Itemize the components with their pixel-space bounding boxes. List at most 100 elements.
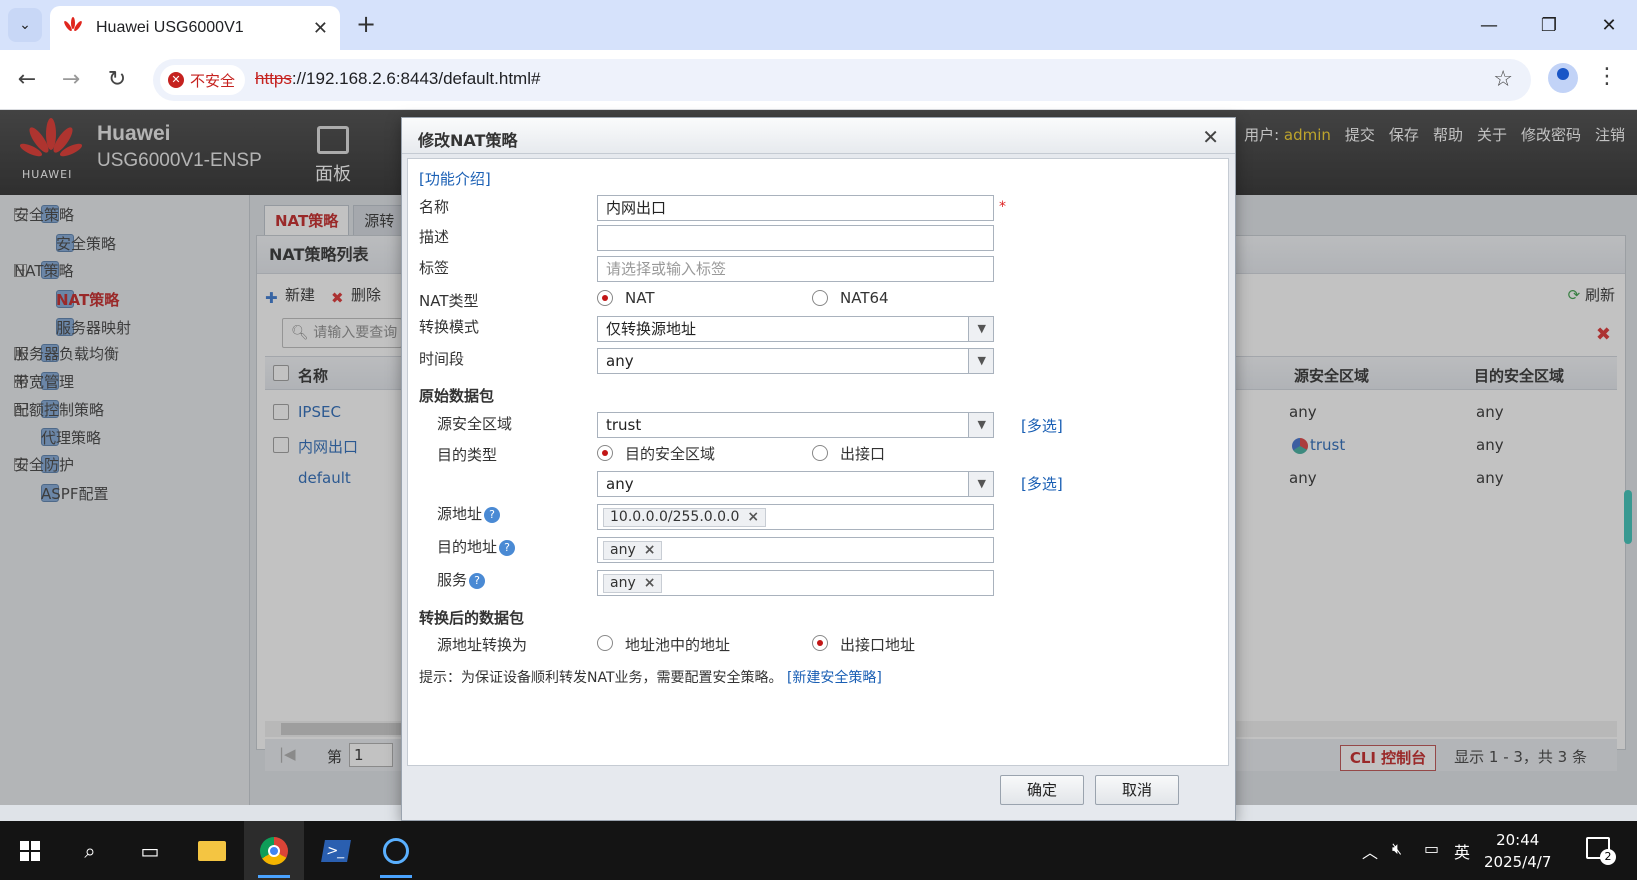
time-range-select[interactable]: any ▼: [597, 348, 994, 374]
task-view-button[interactable]: ▭: [120, 821, 180, 880]
dst-zone-select[interactable]: any ▼: [597, 471, 994, 497]
clock[interactable]: 20:44 2025/4/7: [1484, 829, 1551, 873]
powershell-icon: >_: [321, 839, 351, 862]
tray-chevron-icon[interactable]: ︿: [1362, 839, 1378, 863]
security-policy-tip: 提示：为保证设备顺利转发NAT业务，需要配置安全策略。 [新建安全策略]: [419, 670, 882, 686]
src-zone-select[interactable]: trust ▼: [597, 412, 994, 438]
src-translate-interface-label[interactable]: 出接口地址: [840, 634, 915, 655]
src-address-field[interactable]: 10.0.0.0/255.0.0.0 ×: [597, 504, 994, 530]
src-zone-label: 源安全区域: [437, 415, 513, 433]
new-tab-button[interactable]: +: [352, 10, 380, 38]
src-zone-multiselect-link[interactable]: [多选]: [1021, 415, 1063, 436]
bookmark-star-icon[interactable]: ☆: [1493, 67, 1513, 92]
dst-type-interface-radio[interactable]: [812, 445, 828, 461]
back-button[interactable]: ←: [12, 65, 42, 95]
url-rest: ://192.168.2.6:8443/default.html#: [291, 69, 541, 88]
help-icon[interactable]: ?: [484, 507, 501, 523]
chevron-down-icon: ▼: [977, 354, 986, 367]
address-bar[interactable]: ✕ 不安全 https://192.168.2.6:8443/default.h…: [153, 59, 1531, 101]
close-tab-icon[interactable]: ✕: [313, 18, 328, 39]
security-indicator[interactable]: ✕ 不安全: [160, 65, 246, 95]
src-translate-interface-radio[interactable]: [812, 635, 828, 651]
notification-center-icon[interactable]: 2: [1586, 837, 1616, 865]
chrome-button[interactable]: [244, 821, 304, 880]
reload-button[interactable]: ↻: [102, 65, 132, 95]
tag-label: 标签: [419, 259, 450, 277]
chevron-down-icon: ▼: [977, 418, 986, 431]
dst-zone-multiselect-link[interactable]: [多选]: [1021, 473, 1063, 494]
url-text[interactable]: https://192.168.2.6:8443/default.html#: [255, 69, 540, 89]
ensp-button[interactable]: [366, 821, 426, 880]
dialog-form: [功能介绍] 名称 内网出口 * 描述 标签 请选择或输入标签 NAT类型 NA…: [407, 158, 1229, 766]
src-translate-label: 源地址转换为: [437, 636, 528, 654]
nat-type-nat64-radio[interactable]: [812, 290, 828, 306]
forward-button[interactable]: →: [56, 65, 86, 95]
folder-icon: [198, 840, 226, 861]
dst-address-field[interactable]: any ×: [597, 537, 994, 563]
dst-type-label: 目的类型: [437, 446, 498, 464]
description-label: 描述: [419, 228, 450, 246]
file-explorer-button[interactable]: [182, 821, 242, 880]
time-range-label: 时间段: [419, 350, 465, 368]
search-button[interactable]: ⌕: [60, 821, 120, 880]
maximize-button[interactable]: ❐: [1521, 0, 1577, 50]
task-view-icon: ▭: [140, 838, 160, 863]
nat-type-nat-label[interactable]: NAT: [625, 289, 654, 307]
url-scheme: https: [255, 69, 292, 88]
help-icon[interactable]: ?: [499, 540, 516, 556]
ok-button[interactable]: 确定: [1000, 775, 1084, 805]
remove-chip-icon[interactable]: ×: [747, 509, 759, 525]
tag-field[interactable]: 请选择或输入标签: [597, 256, 994, 282]
chevron-down-icon: ▼: [977, 477, 986, 490]
powershell-button[interactable]: >_: [306, 821, 366, 880]
nat-type-nat64-label[interactable]: NAT64: [840, 289, 889, 307]
close-dialog-icon[interactable]: ✕: [1202, 125, 1219, 149]
new-security-policy-link[interactable]: [新建安全策略]: [787, 670, 882, 686]
service-label: 服务?: [437, 569, 486, 590]
help-icon[interactable]: ?: [469, 573, 486, 589]
nat-type-label: NAT类型: [419, 292, 479, 310]
browser-menu-icon[interactable]: ⋮: [1596, 64, 1618, 89]
name-label: 名称: [419, 198, 450, 216]
minimize-button[interactable]: —: [1461, 0, 1517, 50]
edit-nat-policy-dialog: 修改NAT策略 ✕ [功能介绍] 名称 内网出口 * 描述 标签 请选择或输入标…: [401, 117, 1236, 821]
start-button[interactable]: [0, 821, 60, 880]
browser-tab[interactable]: Huawei USG6000V1 ✕: [50, 6, 340, 50]
src-translate-pool-label[interactable]: 地址池中的地址: [625, 634, 730, 655]
translation-mode-label: 转换模式: [419, 318, 480, 336]
insecure-icon: ✕: [168, 72, 184, 88]
description-field[interactable]: [597, 225, 994, 251]
security-label: 不安全: [190, 71, 236, 90]
network-icon[interactable]: ▭: [1424, 839, 1439, 858]
src-translate-pool-radio[interactable]: [597, 635, 613, 651]
required-mark: *: [999, 199, 1006, 215]
browser-tabstrip: ⌄ Huawei USG6000V1 ✕ + — ❐ ✕: [0, 0, 1637, 50]
service-chip: any ×: [603, 574, 663, 593]
notification-count: 2: [1600, 849, 1616, 865]
close-window-button[interactable]: ✕: [1581, 0, 1637, 50]
ime-indicator[interactable]: 英: [1454, 839, 1470, 863]
remove-chip-icon[interactable]: ×: [644, 575, 656, 591]
remove-chip-icon[interactable]: ×: [644, 542, 656, 558]
feature-intro-link[interactable]: [功能介绍]: [419, 168, 491, 189]
service-field[interactable]: any ×: [597, 570, 994, 596]
name-field[interactable]: 内网出口: [597, 195, 994, 221]
profile-avatar[interactable]: [1548, 63, 1578, 93]
search-icon: ⌕: [84, 838, 96, 863]
tab-search-dropdown[interactable]: ⌄: [8, 8, 42, 42]
volume-muted-icon[interactable]: 🔇︎: [1392, 839, 1402, 859]
windows-icon: [20, 840, 40, 861]
tab-title: Huawei USG6000V1: [96, 19, 244, 36]
translated-packet-heading: 转换后的数据包: [419, 609, 525, 627]
dst-type-interface-label[interactable]: 出接口: [840, 443, 885, 464]
cancel-button[interactable]: 取消: [1095, 775, 1179, 805]
translation-mode-select[interactable]: 仅转换源地址 ▼: [597, 316, 994, 342]
dst-type-zone-label[interactable]: 目的安全区域: [625, 443, 715, 464]
nat-type-nat-radio[interactable]: [597, 290, 613, 306]
ensp-icon: [383, 837, 409, 864]
address-chip: any ×: [603, 541, 663, 560]
dialog-titlebar[interactable]: 修改NAT策略 ✕: [402, 118, 1235, 154]
dst-type-zone-radio[interactable]: [597, 445, 613, 461]
chrome-icon: [260, 836, 288, 865]
chevron-down-icon: ⌄: [19, 17, 31, 33]
